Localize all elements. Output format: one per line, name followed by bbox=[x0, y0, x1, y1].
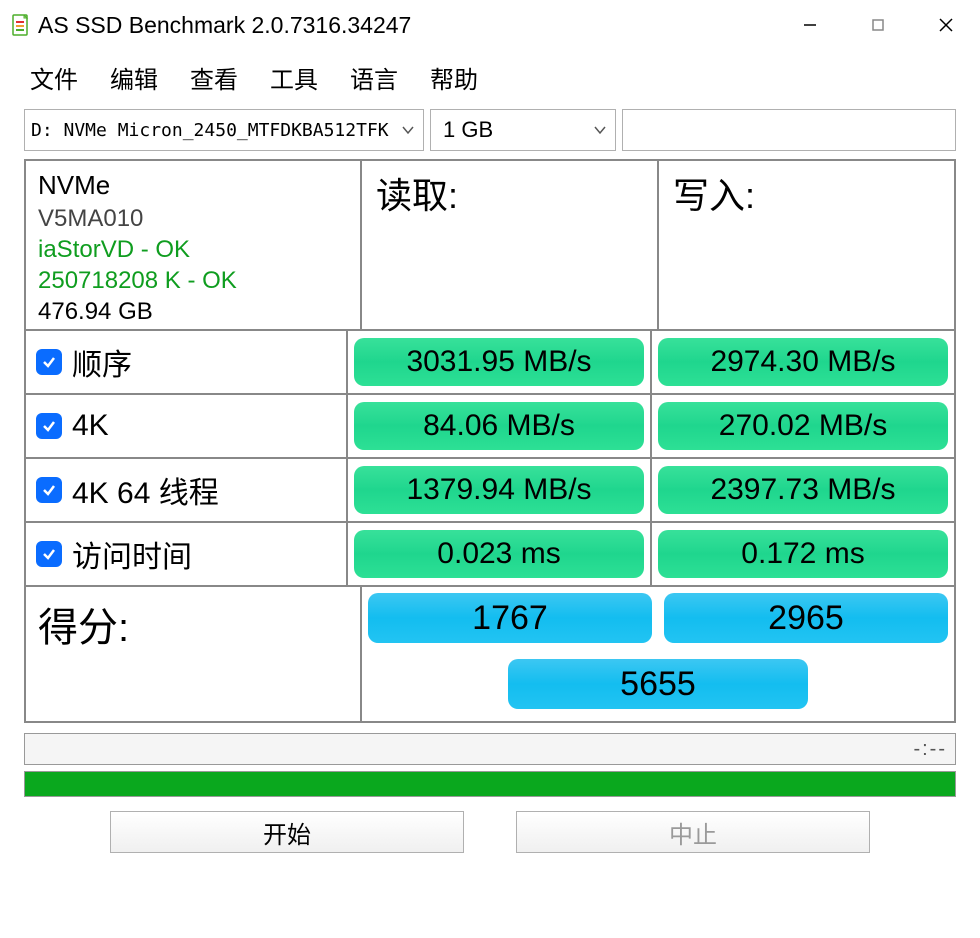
4k64-write-value: 2397.73 MB/s bbox=[658, 466, 948, 514]
access-write-value: 0.172 ms bbox=[658, 530, 948, 578]
window-controls bbox=[776, 0, 980, 50]
menu-file[interactable]: 文件 bbox=[30, 60, 78, 95]
result-cell: 0.172 ms bbox=[650, 523, 954, 585]
test-4k-label: 4K bbox=[72, 409, 109, 443]
test-label-cell: 访问时间 bbox=[26, 523, 346, 585]
result-cell: 270.02 MB/s bbox=[650, 395, 954, 457]
close-button[interactable] bbox=[912, 0, 980, 50]
drive-info: NVMe V5MA010 iaStorVD - OK 250718208 K -… bbox=[26, 161, 360, 329]
4k-read-value: 84.06 MB/s bbox=[354, 402, 644, 450]
access-read-value: 0.023 ms bbox=[354, 530, 644, 578]
score-total-value: 5655 bbox=[508, 659, 808, 709]
drive-name: NVMe bbox=[38, 169, 348, 203]
alignment-status: 250718208 K - OK bbox=[38, 265, 348, 296]
result-cell: 2397.73 MB/s bbox=[650, 459, 954, 521]
start-button[interactable]: 开始 bbox=[110, 811, 464, 853]
drive-capacity: 476.94 GB bbox=[38, 296, 348, 327]
test-label-cell: 4K bbox=[26, 395, 346, 457]
window: AS SSD Benchmark 2.0.7316.34247 文件 编辑 查看… bbox=[0, 0, 980, 938]
drive-firmware: V5MA010 bbox=[38, 203, 348, 234]
test-label-cell: 顺序 bbox=[26, 331, 346, 393]
test-row-4k64: 4K 64 线程 1379.94 MB/s 2397.73 MB/s bbox=[26, 459, 954, 523]
menubar: 文件 编辑 查看 工具 语言 帮助 bbox=[0, 50, 980, 109]
menu-language[interactable]: 语言 bbox=[350, 60, 398, 95]
test-row-4k: 4K 84.06 MB/s 270.02 MB/s bbox=[26, 395, 954, 459]
test-seq-label: 顺序 bbox=[72, 340, 132, 384]
progress-bar bbox=[24, 771, 956, 797]
titlebar-left: AS SSD Benchmark 2.0.7316.34247 bbox=[10, 12, 411, 39]
window-title: AS SSD Benchmark 2.0.7316.34247 bbox=[38, 12, 411, 39]
4k-write-value: 270.02 MB/s bbox=[658, 402, 948, 450]
test-label-cell: 4K 64 线程 bbox=[26, 459, 346, 521]
test-row-access: 访问时间 0.023 ms 0.172 ms bbox=[26, 523, 954, 587]
selector-spacer bbox=[622, 109, 956, 151]
titlebar: AS SSD Benchmark 2.0.7316.34247 bbox=[0, 0, 980, 50]
checkbox-4k64[interactable] bbox=[36, 477, 62, 503]
score-row: 得分: 1767 2965 5655 bbox=[26, 587, 954, 721]
column-write-header: 写入: bbox=[657, 161, 954, 329]
app-icon bbox=[10, 13, 30, 37]
result-cell: 84.06 MB/s bbox=[346, 395, 650, 457]
seq-write-value: 2974.30 MB/s bbox=[658, 338, 948, 386]
score-read-value: 1767 bbox=[368, 593, 652, 643]
score-right: 1767 2965 5655 bbox=[360, 587, 954, 721]
maximize-button[interactable] bbox=[844, 0, 912, 50]
chevron-down-icon bbox=[585, 110, 615, 150]
bench-header-row: NVMe V5MA010 iaStorVD - OK 250718208 K -… bbox=[26, 161, 954, 331]
drive-select[interactable]: D: NVMe Micron_2450_MTFDKBA512TFK bbox=[24, 109, 424, 151]
size-select-value: 1 GB bbox=[443, 117, 493, 143]
score-bottom: 5655 bbox=[362, 657, 954, 715]
score-label: 得分: bbox=[26, 587, 360, 721]
result-cell: 3031.95 MB/s bbox=[346, 331, 650, 393]
stop-button[interactable]: 中止 bbox=[516, 811, 870, 853]
status-area: -:-- bbox=[24, 733, 956, 797]
status-text: -:-- bbox=[24, 733, 956, 765]
seq-read-value: 3031.95 MB/s bbox=[354, 338, 644, 386]
column-read-header: 读取: bbox=[360, 161, 657, 329]
score-write-value: 2965 bbox=[664, 593, 948, 643]
checkbox-seq[interactable] bbox=[36, 349, 62, 375]
size-select[interactable]: 1 GB bbox=[430, 109, 616, 151]
minimize-button[interactable] bbox=[776, 0, 844, 50]
test-row-seq: 顺序 3031.95 MB/s 2974.30 MB/s bbox=[26, 331, 954, 395]
test-4k64-label: 4K 64 线程 bbox=[72, 468, 219, 512]
checkbox-access[interactable] bbox=[36, 541, 62, 567]
checkbox-4k[interactable] bbox=[36, 413, 62, 439]
result-cell: 2974.30 MB/s bbox=[650, 331, 954, 393]
selector-row: D: NVMe Micron_2450_MTFDKBA512TFK 1 GB bbox=[0, 109, 980, 159]
result-cell: 1379.94 MB/s bbox=[346, 459, 650, 521]
test-access-label: 访问时间 bbox=[72, 532, 192, 576]
4k64-read-value: 1379.94 MB/s bbox=[354, 466, 644, 514]
score-top: 1767 2965 bbox=[362, 587, 954, 657]
menu-edit[interactable]: 编辑 bbox=[110, 60, 158, 95]
chevron-down-icon bbox=[393, 110, 423, 150]
driver-status: iaStorVD - OK bbox=[38, 234, 348, 265]
menu-help[interactable]: 帮助 bbox=[430, 60, 478, 95]
result-cell: 0.023 ms bbox=[346, 523, 650, 585]
menu-tools[interactable]: 工具 bbox=[270, 60, 318, 95]
drive-select-value: D: NVMe Micron_2450_MTFDKBA512TFK bbox=[31, 120, 389, 141]
bench-area: NVMe V5MA010 iaStorVD - OK 250718208 K -… bbox=[24, 159, 956, 723]
footer: 开始 中止 bbox=[0, 797, 980, 867]
menu-view[interactable]: 查看 bbox=[190, 60, 238, 95]
